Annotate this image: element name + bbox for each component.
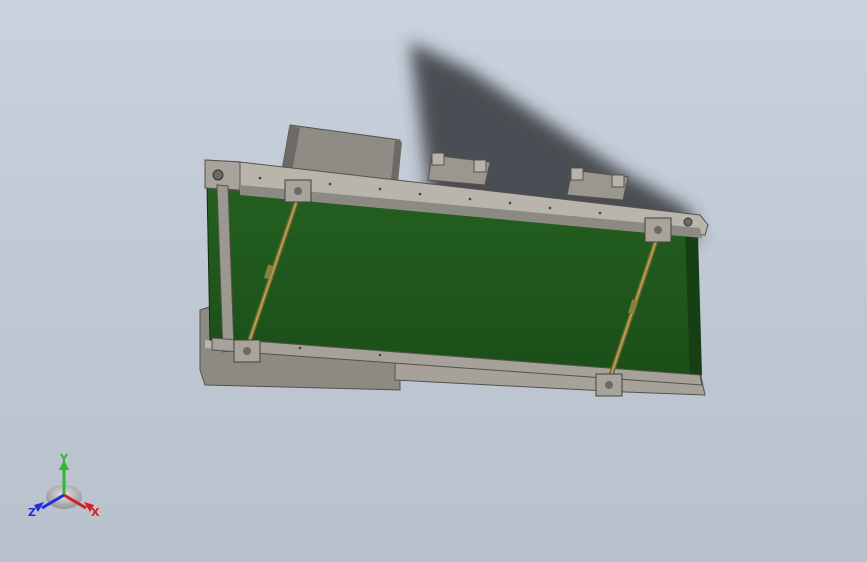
x-axis-label: X: [91, 506, 100, 519]
tension-block-bottom-right: [595, 373, 623, 397]
y-axis-label: Y: [59, 452, 69, 465]
z-axis-label: Z: [28, 506, 36, 519]
orientation-triad: Y X Z: [28, 452, 100, 519]
graphics-viewport[interactable]: Y X Z: [0, 0, 867, 562]
tension-block-top-right: [644, 217, 672, 243]
model-view[interactable]: Y X Z: [0, 0, 867, 562]
tension-block-top-left: [284, 179, 312, 203]
tension-block-bottom-left: [233, 339, 261, 363]
